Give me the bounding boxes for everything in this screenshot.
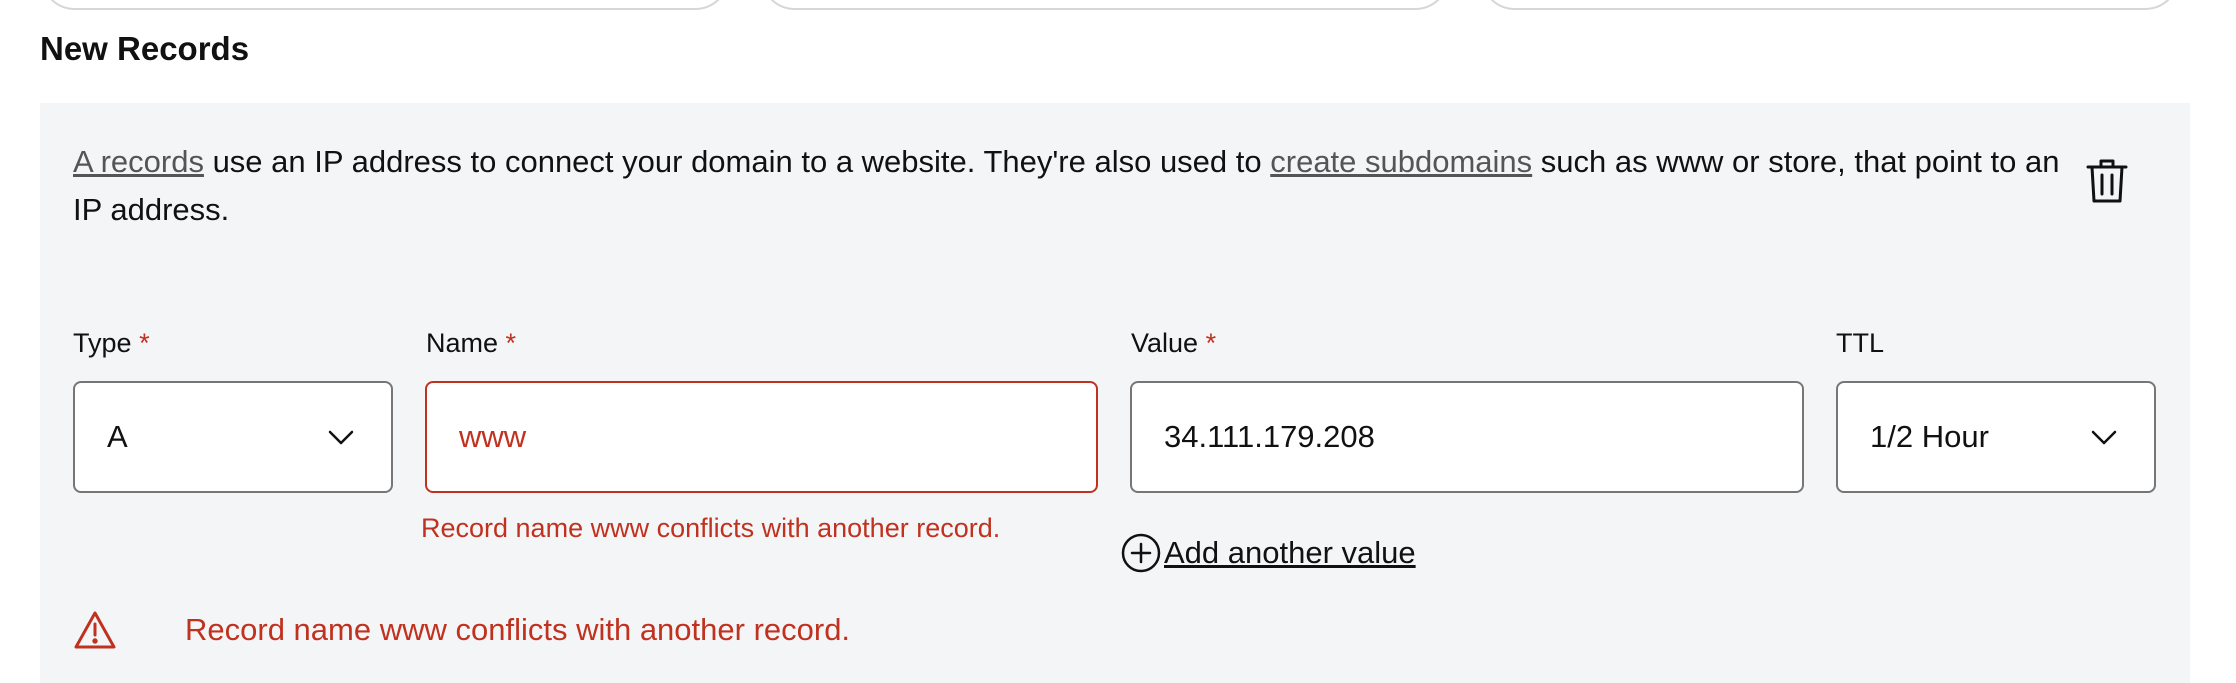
name-label-text: Name <box>426 328 499 358</box>
type-required-mark: * <box>139 328 150 358</box>
plus-circle-icon <box>1121 533 1161 573</box>
chevron-down-icon <box>2091 430 2117 445</box>
name-required-mark: * <box>505 328 517 358</box>
trash-icon[interactable] <box>2086 158 2128 204</box>
name-error-message: Record name www conflicts with another r… <box>421 513 1001 543</box>
top-card-2[interactable] <box>760 0 1450 10</box>
name-input[interactable]: www <box>425 381 1098 493</box>
ttl-label: TTL <box>1836 328 1884 359</box>
a-records-link[interactable]: A records <box>73 144 204 179</box>
add-another-value-label: Add another value <box>1164 535 1416 570</box>
section-title: New Records <box>40 30 250 67</box>
value-label-text: Value <box>1131 328 1199 358</box>
error-banner-message: Record name www conflicts with another r… <box>185 612 851 647</box>
type-select[interactable]: A <box>73 381 393 493</box>
value-input-value: 34.111.179.208 <box>1164 419 1375 454</box>
ttl-select-value: 1/2 Hour <box>1870 419 1989 454</box>
type-label: Type * <box>73 328 150 359</box>
name-label: Name * <box>426 328 516 359</box>
add-another-value-button[interactable]: Add another value <box>1120 530 1416 576</box>
create-subdomains-link[interactable]: create subdomains <box>1270 144 1532 179</box>
top-card-3[interactable] <box>1480 0 2180 10</box>
ttl-select[interactable]: 1/2 Hour <box>1836 381 2156 493</box>
type-select-value: A <box>107 419 128 454</box>
record-description: A records use an IP address to connect y… <box>73 138 2093 234</box>
description-text-1: use an IP address to connect your domain… <box>203 144 1271 179</box>
value-label: Value * <box>1131 328 1216 359</box>
ttl-label-text: TTL <box>1836 328 1885 358</box>
type-label-text: Type <box>73 328 132 358</box>
value-required-mark: * <box>1205 328 1217 358</box>
chevron-down-icon <box>328 430 354 445</box>
top-card-1[interactable] <box>40 0 730 10</box>
value-input[interactable]: 34.111.179.208 <box>1130 381 1804 493</box>
warning-triangle-icon <box>73 610 117 650</box>
name-input-value: www <box>459 419 527 454</box>
